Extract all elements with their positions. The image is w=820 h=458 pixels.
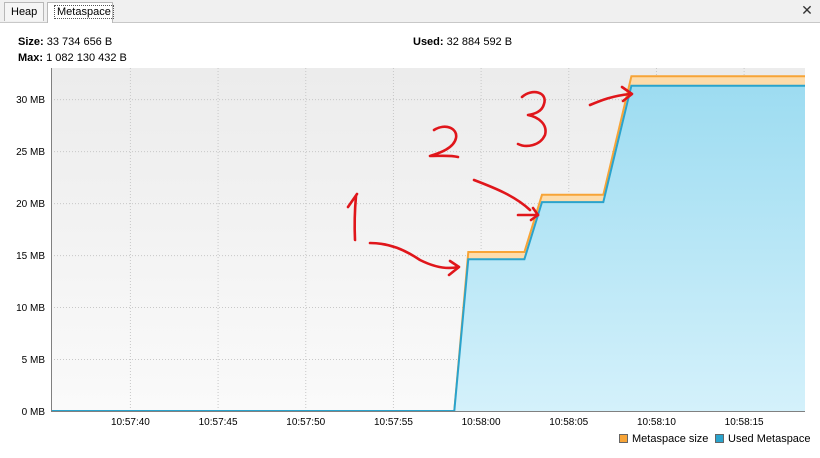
max-value: 1 082 130 432 B bbox=[46, 52, 127, 64]
close-icon[interactable]: ✕ bbox=[800, 3, 814, 17]
tab-metaspace[interactable]: Metaspace bbox=[47, 2, 114, 23]
tab-bar: Heap Metaspace ✕ bbox=[0, 0, 820, 23]
used-stat: Used: 32 884 592 B bbox=[413, 36, 512, 48]
used-label: Used: bbox=[413, 36, 444, 48]
x-tick-label: 10:58:10 bbox=[637, 417, 676, 428]
legend-used-metaspace: Used Metaspace bbox=[715, 433, 811, 445]
x-tick-label: 10:57:50 bbox=[286, 417, 325, 428]
used-value: 32 884 592 B bbox=[446, 36, 513, 48]
y-tick-label: 30 MB bbox=[16, 95, 45, 106]
legend-metaspace-size: Metaspace size bbox=[619, 433, 708, 445]
x-tick-label: 10:58:00 bbox=[462, 417, 501, 428]
max-label: Max: bbox=[18, 52, 44, 64]
metaspace-chart: 0 MB 5 MB 10 MB 15 MB 20 MB 25 MB 30 MB 10:57:4… bbox=[16, 68, 805, 428]
tab-heap[interactable]: Heap bbox=[4, 2, 44, 21]
y-tick-label: 20 MB bbox=[16, 199, 45, 210]
stats-panel: Size: 33 734 656 B Max: 1 082 130 432 B … bbox=[0, 24, 820, 68]
y-tick-label: 15 MB bbox=[16, 251, 45, 262]
max-stat: Max: 1 082 130 432 B bbox=[18, 52, 127, 64]
x-tick-label: 10:58:05 bbox=[549, 417, 588, 428]
x-tick-label: 10:58:15 bbox=[725, 417, 764, 428]
y-tick-label: 25 MB bbox=[16, 147, 45, 158]
legend-label-used-metaspace: Used Metaspace bbox=[728, 433, 811, 445]
x-tick-label: 10:57:55 bbox=[374, 417, 413, 428]
size-value: 33 734 656 B bbox=[46, 36, 113, 48]
y-tick-label: 5 MB bbox=[22, 355, 46, 366]
x-tick-label: 10:57:45 bbox=[199, 417, 238, 428]
size-stat: Size: 33 734 656 B bbox=[18, 36, 112, 48]
y-tick-label: 10 MB bbox=[16, 303, 45, 314]
size-label: Size: bbox=[18, 36, 44, 48]
x-tick-label: 10:57:40 bbox=[111, 417, 150, 428]
legend-swatch-metaspace-size bbox=[619, 434, 628, 443]
legend-label-metaspace-size: Metaspace size bbox=[632, 433, 709, 445]
legend-swatch-used-metaspace bbox=[715, 434, 724, 443]
tab-metaspace-label: Metaspace bbox=[54, 5, 114, 19]
y-tick-label: 0 MB bbox=[22, 407, 46, 418]
